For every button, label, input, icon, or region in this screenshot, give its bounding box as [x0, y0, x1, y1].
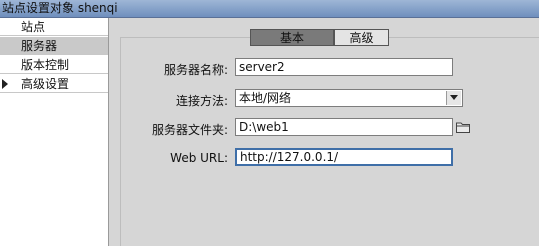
- category-label: 站点: [21, 20, 46, 34]
- server-folder-field[interactable]: D:\web1: [235, 118, 453, 136]
- category-item-version-control[interactable]: 版本控制: [0, 56, 108, 74]
- chevron-down-icon[interactable]: [446, 91, 461, 105]
- category-item-advanced[interactable]: 高级设置: [0, 75, 108, 93]
- connect-method-value: 本地/网络: [239, 91, 292, 105]
- connect-method-select[interactable]: 本地/网络: [235, 89, 463, 107]
- category-item-site[interactable]: 站点: [0, 18, 108, 36]
- server-name-label: 服务器名称:: [163, 63, 228, 77]
- category-list: 站点 服务器 版本控制 高级设置: [0, 18, 109, 246]
- site-setup-dialog: 站点设置对象 shenqi 站点 服务器 版本控制 高级设置 基本 高级 服务器…: [0, 0, 539, 246]
- web-url-field[interactable]: http://127.0.0.1/: [235, 148, 453, 166]
- category-item-servers[interactable]: 服务器: [0, 37, 108, 55]
- tab-basic[interactable]: 基本: [250, 29, 334, 46]
- tab-label: 高级: [349, 31, 374, 45]
- triangle-right-icon[interactable]: [2, 79, 8, 89]
- title-bar[interactable]: 站点设置对象 shenqi: [0, 0, 539, 18]
- window-title: 站点设置对象 shenqi: [2, 1, 118, 15]
- tab-label: 基本: [279, 31, 304, 45]
- server-name-field[interactable]: server2: [235, 58, 453, 76]
- web-url-label: Web URL:: [170, 151, 228, 165]
- category-label: 高级设置: [21, 77, 70, 91]
- tab-advanced[interactable]: 高级: [334, 29, 389, 46]
- folder-icon[interactable]: [456, 121, 470, 133]
- category-label: 版本控制: [21, 58, 70, 72]
- category-label: 服务器: [21, 39, 58, 53]
- connect-method-label: 连接方法:: [175, 94, 228, 108]
- server-folder-label: 服务器文件夹:: [151, 123, 228, 137]
